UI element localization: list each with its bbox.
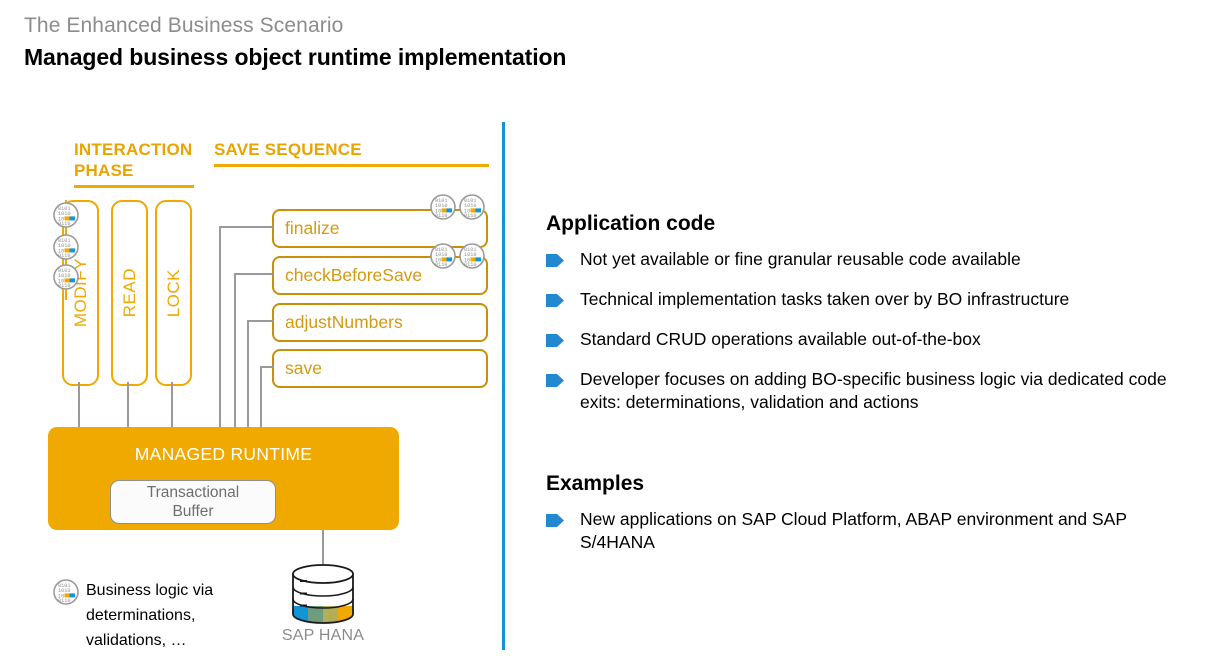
- svg-text:0110: 0110: [435, 262, 447, 268]
- save-step-save-label: save: [285, 358, 322, 378]
- legend-line-2: determinations,: [86, 607, 196, 624]
- code-icon: 0101 1010 10 0110: [430, 194, 456, 220]
- vertical-divider: [502, 122, 505, 650]
- column-header-interaction-phase: INTERACTION PHASE: [74, 139, 209, 188]
- column-header-save-sequence-label: SAVE SEQUENCE: [214, 140, 362, 159]
- column-header-interaction-phase-label: INTERACTION PHASE: [74, 140, 193, 180]
- code-icon: 0101 1010 10 0110: [430, 243, 456, 269]
- svg-text:0110: 0110: [464, 213, 476, 219]
- page-title: Managed business object runtime implemen…: [24, 44, 567, 70]
- save-step-adjust-numbers-label: adjustNumbers: [285, 312, 403, 332]
- managed-runtime-label: MANAGED RUNTIME: [134, 444, 313, 464]
- list-item: New applications on SAP Cloud Platform, …: [546, 508, 1205, 554]
- transactional-buffer-box[interactable]: Transactional Buffer: [110, 480, 276, 524]
- legend-line-1: Business logic via: [86, 582, 214, 599]
- code-icon: 0101 1010 10 0110: [53, 202, 79, 228]
- connector-check-before-save-v: [234, 273, 236, 428]
- connector-adjust-numbers-v: [247, 320, 249, 428]
- connector-read-to-runtime: [127, 382, 129, 428]
- bullet-pennant-icon: [546, 254, 564, 267]
- connector-lock-to-runtime: [171, 382, 173, 428]
- list-item: Standard CRUD operations available out-o…: [546, 328, 1195, 351]
- svg-text:0110: 0110: [58, 283, 70, 289]
- connector-modify-to-runtime: [78, 382, 80, 428]
- phase-box-read-label: READ: [119, 268, 139, 318]
- save-step-finalize-label: finalize: [285, 218, 340, 238]
- section-title-examples: Examples: [546, 472, 645, 495]
- phase-box-lock-label: LOCK: [163, 268, 183, 318]
- save-step-save[interactable]: save: [272, 349, 488, 388]
- transactional-buffer-line1: Transactional: [146, 484, 240, 501]
- code-icon: 0101 1010 10 0110: [53, 234, 79, 260]
- svg-text:0110: 0110: [58, 253, 70, 259]
- connector-finalize-v: [219, 226, 221, 428]
- code-icon: 0101 1010 10 0110: [53, 579, 79, 605]
- legend-line-3: validations, …: [86, 632, 187, 649]
- column-header-rule: [214, 164, 489, 167]
- list-item: Technical implementation tasks taken ove…: [546, 288, 1195, 311]
- bullet-list-application-code: Not yet available or fine granular reusa…: [546, 248, 1195, 414]
- column-header-save-sequence: SAVE SEQUENCE: [214, 139, 489, 167]
- section-title-application-code: Application code: [546, 212, 716, 235]
- connector-adjust-numbers-h: [247, 320, 273, 322]
- database-label: SAP HANA: [281, 627, 365, 644]
- list-item: Not yet available or fine granular reusa…: [546, 248, 1195, 271]
- svg-text:0110: 0110: [58, 221, 70, 227]
- connector-check-before-save-h: [234, 273, 273, 275]
- code-icon: 0101 1010 10 0110: [459, 243, 485, 269]
- bullet-pennant-icon: [546, 334, 564, 347]
- phase-box-read[interactable]: READ: [111, 200, 148, 386]
- legend-caption: Business logic via determinations, valid…: [86, 578, 256, 653]
- list-item-text: New applications on SAP Cloud Platform, …: [580, 509, 1127, 552]
- connector-save-v: [260, 366, 262, 428]
- bullet-pennant-icon: [546, 514, 564, 527]
- save-step-check-before-save-label: checkBeforeSave: [285, 265, 423, 285]
- list-item-text: Developer focuses on adding BO-specific …: [580, 369, 1167, 412]
- connector-finalize-h: [219, 226, 273, 228]
- slide-canvas: The Enhanced Business Scenario Managed b…: [0, 0, 1210, 656]
- database-icon: [287, 563, 359, 625]
- slide-kicker: The Enhanced Business Scenario: [24, 14, 344, 37]
- svg-text:0110: 0110: [464, 262, 476, 268]
- svg-text:0110: 0110: [58, 598, 70, 604]
- code-icon: 0101 1010 10 0110: [459, 194, 485, 220]
- column-header-rule: [74, 185, 194, 188]
- connector-runtime-to-database: [322, 530, 324, 567]
- list-item-text: Not yet available or fine granular reusa…: [580, 249, 1021, 269]
- transactional-buffer-line2: Buffer: [172, 503, 214, 520]
- list-item-text: Standard CRUD operations available out-o…: [580, 329, 981, 349]
- save-step-adjust-numbers[interactable]: adjustNumbers: [272, 303, 488, 342]
- code-icon: 0101 1010 10 0110: [53, 264, 79, 290]
- svg-text:0110: 0110: [435, 213, 447, 219]
- list-item: Developer focuses on adding BO-specific …: [546, 368, 1195, 414]
- phase-box-lock[interactable]: LOCK: [155, 200, 192, 386]
- list-item-text: Technical implementation tasks taken ove…: [580, 289, 1070, 309]
- bullet-pennant-icon: [546, 374, 564, 387]
- bullet-list-examples: New applications on SAP Cloud Platform, …: [546, 508, 1205, 554]
- bullet-pennant-icon: [546, 294, 564, 307]
